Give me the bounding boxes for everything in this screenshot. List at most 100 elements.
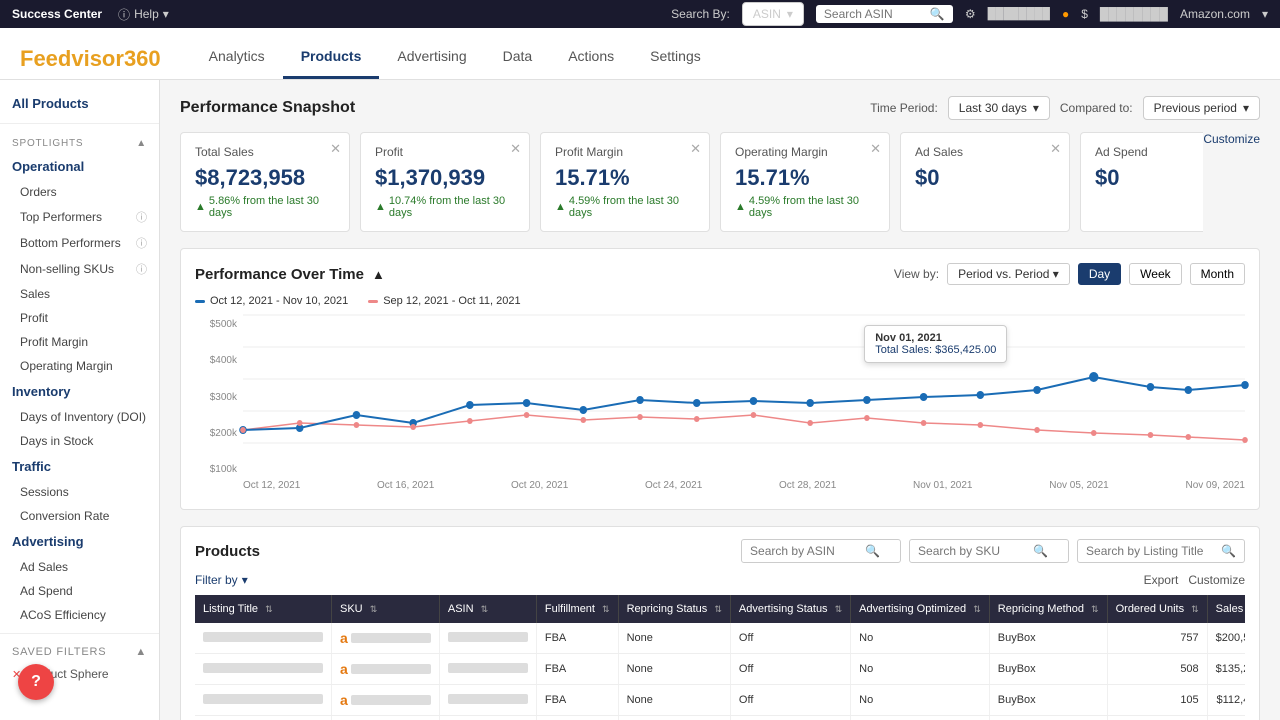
cell-sku: a [332, 654, 440, 685]
sidebar-all-products[interactable]: All Products [0, 90, 159, 117]
sidebar-item-doi[interactable]: Days of Inventory (DOI) [0, 405, 159, 429]
close-profit-margin[interactable]: ✕ [690, 141, 701, 157]
sidebar-item-operating-margin[interactable]: Operating Margin [0, 354, 159, 378]
sidebar-item-ad-sales[interactable]: Ad Sales [0, 555, 159, 579]
search-by-select[interactable]: ASIN ▾ [742, 2, 804, 26]
logo[interactable]: Feedvisor360 [20, 46, 161, 72]
sidebar-item-days-in-stock[interactable]: Days in Stock [0, 429, 159, 453]
filter-by-button[interactable]: Filter by ▾ [195, 573, 248, 587]
close-ad-sales[interactable]: ✕ [1050, 141, 1061, 157]
col-repricing-method[interactable]: Repricing Method ⇅ [989, 595, 1107, 623]
chart-controls: View by: Period vs. Period ▾ Day Week Mo… [894, 263, 1245, 285]
sidebar-item-profit-margin[interactable]: Profit Margin [0, 330, 159, 354]
products-table: Listing Title ⇅ SKU ⇅ ASIN ⇅ Fulfillment… [195, 595, 1245, 720]
col-listing-title[interactable]: Listing Title ⇅ [195, 595, 332, 623]
search-title-box[interactable]: 🔍 [1077, 539, 1245, 563]
success-center-link[interactable]: Success Center [12, 7, 102, 21]
snapshot-controls: Time Period: Last 30 days ▾ Compared to:… [870, 96, 1260, 120]
time-period-select[interactable]: Last 30 days ▾ [948, 96, 1050, 120]
close-operating-margin[interactable]: ✕ [870, 141, 881, 157]
settings-icon[interactable]: ⚙ [965, 7, 976, 21]
cell-advertising-status: Off [730, 623, 850, 654]
sidebar-item-sales[interactable]: Sales [0, 282, 159, 306]
metric-card-total-sales: ✕ Total Sales $8,723,958 ▲ 5.86% from th… [180, 132, 350, 232]
chart-container: $500k $400k $300k $200k $100k [195, 315, 1245, 495]
top-search-bar[interactable]: 🔍 [816, 5, 953, 23]
sidebar-advertising[interactable]: Advertising [0, 528, 159, 555]
tab-products[interactable]: Products [283, 38, 380, 79]
search-sku-input[interactable] [918, 544, 1028, 558]
cell-repricing-status: None [618, 685, 730, 716]
tab-analytics[interactable]: Analytics [191, 38, 283, 79]
blurred-cell [203, 663, 323, 673]
search-title-icon[interactable]: 🔍 [1221, 544, 1236, 558]
period-dropdown[interactable]: Period vs. Period ▾ [947, 263, 1070, 285]
week-btn[interactable]: Week [1129, 263, 1181, 285]
snapshot-title: Performance Snapshot [180, 99, 355, 117]
dollar-sign: $ [1081, 7, 1088, 21]
chart-header: Performance Over Time ▲ View by: Period … [195, 263, 1245, 285]
help-button[interactable]: ? [18, 664, 54, 700]
x-label-3: Oct 24, 2021 [645, 480, 702, 491]
export-button[interactable]: Export [1144, 573, 1179, 587]
col-advertising-status[interactable]: Advertising Status ⇅ [730, 595, 850, 623]
search-title-input[interactable] [1086, 544, 1216, 558]
search-asin-box[interactable]: 🔍 [741, 539, 901, 563]
tab-settings[interactable]: Settings [632, 38, 719, 79]
search-asin-input[interactable] [750, 544, 860, 558]
sidebar-item-non-selling[interactable]: Non-selling SKUs ⓘ [0, 256, 159, 282]
col-ordered-units[interactable]: Ordered Units ⇅ [1107, 595, 1207, 623]
help-link[interactable]: ⓘ Help ▾ [118, 6, 169, 23]
tab-advertising[interactable]: Advertising [379, 38, 484, 79]
top-search-input[interactable] [824, 7, 924, 21]
profit-title: Profit [375, 145, 515, 159]
cell-title [195, 716, 332, 720]
col-sku[interactable]: SKU ⇅ [332, 595, 440, 623]
metric-card-profit: ✕ Profit $1,370,939 ▲ 10.74% from the la… [360, 132, 530, 232]
sidebar-item-top-performers[interactable]: Top Performers ⓘ [0, 204, 159, 230]
sidebar-inventory[interactable]: Inventory [0, 378, 159, 405]
sidebar-item-bottom-performers[interactable]: Bottom Performers ⓘ [0, 230, 159, 256]
amazon-icon: a [340, 692, 348, 708]
chart-title: Performance Over Time ▲ [195, 266, 385, 283]
customize-button[interactable]: Customize [1188, 573, 1245, 587]
top-search-icon[interactable]: 🔍 [930, 7, 945, 21]
top-bar-left: Success Center ⓘ Help ▾ [12, 6, 169, 23]
col-repricing-status[interactable]: Repricing Status ⇅ [618, 595, 730, 623]
sidebar-item-conversion[interactable]: Conversion Rate [0, 504, 159, 528]
search-sku-icon[interactable]: 🔍 [1033, 544, 1048, 558]
sidebar-item-acos[interactable]: ACoS Efficiency [0, 603, 159, 627]
collapse-filters-icon[interactable]: ▲ [135, 646, 147, 658]
collapse-chart-icon[interactable]: ▲ [372, 267, 385, 282]
cell-ordered-units: 757 [1107, 623, 1207, 654]
close-profit[interactable]: ✕ [510, 141, 521, 157]
col-fulfillment[interactable]: Fulfillment ⇅ [536, 595, 618, 623]
cell-sales: $112,425 [1207, 685, 1245, 716]
main-nav: Analytics Products Advertising Data Acti… [191, 38, 719, 79]
info-icon-bottom: ⓘ [136, 235, 147, 251]
col-sales[interactable]: Sales ⇅ [1207, 595, 1245, 623]
tab-actions[interactable]: Actions [550, 38, 632, 79]
close-total-sales[interactable]: ✕ [330, 141, 341, 157]
day-btn[interactable]: Day [1078, 263, 1121, 285]
sidebar-item-profit[interactable]: Profit [0, 306, 159, 330]
collapse-icon[interactable]: ▲ [136, 138, 147, 149]
compared-to-select[interactable]: Previous period ▾ [1143, 96, 1260, 120]
snapshot-customize[interactable]: Customize [1203, 132, 1260, 146]
search-asin-icon[interactable]: 🔍 [865, 544, 880, 558]
tab-data[interactable]: Data [485, 38, 551, 79]
sidebar-item-ad-spend[interactable]: Ad Spend [0, 579, 159, 603]
blurred-cell [448, 663, 528, 673]
col-advertising-optimized[interactable]: Advertising Optimized ⇅ [851, 595, 990, 623]
month-btn[interactable]: Month [1190, 263, 1245, 285]
sidebar-item-sessions[interactable]: Sessions [0, 480, 159, 504]
search-sku-box[interactable]: 🔍 [909, 539, 1069, 563]
ad-sales-value: $0 [915, 165, 1055, 191]
sidebar-operational[interactable]: Operational [0, 153, 159, 180]
x-axis: Oct 12, 2021 Oct 16, 2021 Oct 20, 2021 O… [243, 480, 1245, 491]
cell-fulfillment: FBA [536, 654, 618, 685]
sidebar-traffic[interactable]: Traffic [0, 453, 159, 480]
cell-sales: $135,200 [1207, 654, 1245, 685]
sidebar-item-orders[interactable]: Orders [0, 180, 159, 204]
col-asin[interactable]: ASIN ⇅ [439, 595, 536, 623]
